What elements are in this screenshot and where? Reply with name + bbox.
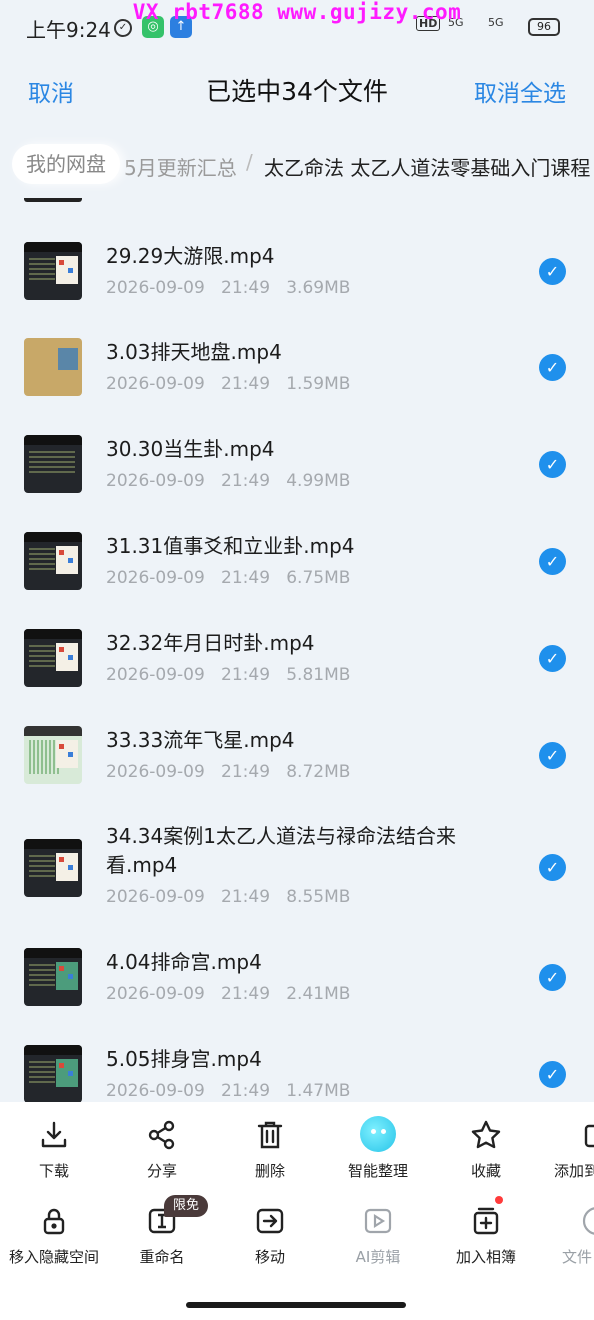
file-thumbnail: [24, 629, 82, 687]
file-list[interactable]: 29.29大游限.mp4 2026-09-09 21:49 3.69MB ✓ 3…: [0, 198, 594, 1102]
file-name: 33.33流年飞星.mp4: [106, 728, 295, 752]
selected-check-icon[interactable]: ✓: [539, 354, 566, 381]
file-meta: 2026-09-09 21:49 3.69MB: [106, 278, 351, 298]
trash-icon: [257, 1121, 283, 1149]
file-meta: 2026-09-09 21:49 2.41MB: [106, 984, 351, 1004]
file-meta: 2026-09-09 21:49 8.55MB: [106, 887, 351, 907]
list-item[interactable]: 4.04排命宫.mp4 2026-09-09 21:49 2.41MB ✓: [0, 932, 594, 1028]
file-meta: 2026-09-09 21:49 5.81MB: [106, 665, 351, 685]
list-item[interactable]: 33.33流年飞星.mp4 2026-09-09 21:49 8.72MB ✓: [0, 710, 594, 806]
action-toolbar: 下载 分享 删除 智能整理 收藏 添加到 移入隐藏空间 重命名 移动 AI剪辑 …: [0, 1102, 594, 1320]
file-thumbnail: [24, 839, 82, 897]
selected-check-icon[interactable]: ✓: [539, 258, 566, 285]
file-meta: 2026-09-09 21:49 1.59MB: [106, 374, 351, 394]
favorite-button[interactable]: 收藏: [432, 1118, 540, 1181]
list-item[interactable]: 30.30当生卦.mp4 2026-09-09 21:49 4.99MB ✓: [0, 419, 594, 515]
download-label: 下载: [38, 1162, 69, 1180]
move-to-hidden-space-button[interactable]: 移入隐藏空间: [0, 1204, 108, 1267]
deselect-all-button[interactable]: 取消全选: [474, 74, 566, 108]
file-thumbnail: [24, 532, 82, 590]
favorite-label: 收藏: [470, 1162, 501, 1180]
file-thumbnail: [24, 948, 82, 1006]
lock-icon: [43, 1208, 65, 1235]
file-meta: 2026-09-09 21:49 8.72MB: [106, 762, 351, 782]
file-meta: 2026-09-09 21:49 1.47MB: [106, 1081, 351, 1101]
file-thumbnail: [24, 726, 82, 784]
breadcrumb-item-folder[interactable]: 5月更新汇总: [124, 152, 237, 181]
ai-edit-label: AI剪辑: [355, 1248, 401, 1266]
breadcrumb-item-current: 太乙命法 太乙人道法零基础入门课程: [264, 156, 591, 180]
file-name: 34.34案例1太乙人道法与禄命法结合来看.mp4: [106, 824, 456, 877]
notification-dot: [495, 1196, 503, 1204]
selected-check-icon[interactable]: ✓: [539, 742, 566, 769]
list-item[interactable]: 5.05排身宫.mp4 2026-09-09 21:49 1.47MB ✓: [0, 1029, 594, 1102]
move-icon: [256, 1208, 284, 1234]
rename-label: 重命名: [139, 1248, 185, 1266]
file-name: 32.32年月日时卦.mp4: [106, 631, 315, 655]
breadcrumb-separator: /: [246, 150, 253, 174]
star-icon: [471, 1120, 501, 1149]
file-name: 29.29大游限.mp4: [106, 244, 275, 268]
file-thumbnail: [24, 242, 82, 300]
add-to-icon: [584, 1124, 594, 1148]
free-badge: 限免: [164, 1195, 208, 1217]
list-item[interactable]: 3.03排天地盘.mp4 2026-09-09 21:49 1.59MB ✓: [0, 322, 594, 418]
selection-header: 取消 已选中34个文件 取消全选: [0, 56, 594, 128]
selected-check-icon[interactable]: ✓: [539, 964, 566, 991]
file-meta: 2026-09-09 21:49 4.99MB: [106, 471, 351, 491]
file-name: 4.04排命宫.mp4: [106, 950, 262, 974]
share-button[interactable]: 分享: [108, 1118, 216, 1181]
file-thumbnail: [24, 198, 82, 202]
list-item[interactable]: 31.31值事爻和立业卦.mp4 2026-09-09 21:49 6.75MB…: [0, 516, 594, 612]
add-to-label: 添加到: [554, 1162, 594, 1180]
status-bar: 上午9:24 ✓ ◎ ↑ HD 5G 5G 96 VX rbt7688 www.…: [0, 0, 594, 56]
file-name: 5.05排身宫.mp4: [106, 1047, 262, 1071]
breadcrumb-item-root[interactable]: 我的网盘: [12, 144, 120, 184]
breadcrumb: 5月更新汇总 / 太乙命法 太乙人道法零基础入门课程 我的网盘: [0, 136, 594, 192]
file-name: 30.30当生卦.mp4: [106, 437, 275, 461]
file-name: 3.03排天地盘.mp4: [106, 340, 282, 364]
watermark: VX rbt7688 www.gujizy.com: [132, 0, 462, 24]
delete-label: 删除: [254, 1162, 285, 1180]
list-item[interactable]: 32.32年月日时卦.mp4 2026-09-09 21:49 5.81MB ✓: [0, 613, 594, 709]
list-item[interactable]: 34.34案例1太乙人道法与禄命法结合来看.mp4 2026-09-09 21:…: [0, 807, 594, 932]
delete-button[interactable]: 删除: [216, 1118, 324, 1181]
download-button[interactable]: 下载: [0, 1118, 108, 1181]
info-icon: [582, 1207, 594, 1235]
list-item[interactable]: 29.29大游限.mp4 2026-09-09 21:49 3.69MB ✓: [0, 226, 594, 322]
add-to-album-label: 加入相簿: [455, 1248, 516, 1266]
file-info-label: 文件: [562, 1248, 593, 1266]
file-name: 31.31值事爻和立业卦.mp4: [106, 534, 355, 558]
ai-organize-button[interactable]: 智能整理: [324, 1116, 432, 1181]
selected-check-icon[interactable]: ✓: [539, 854, 566, 881]
ai-edit-button[interactable]: AI剪辑: [324, 1204, 432, 1267]
add-to-album-button[interactable]: 加入相簿: [432, 1204, 540, 1267]
file-thumbnail: [24, 435, 82, 493]
ai-edit-icon: [364, 1208, 392, 1234]
selected-check-icon[interactable]: ✓: [539, 451, 566, 478]
selected-check-icon[interactable]: ✓: [539, 548, 566, 575]
file-meta: 2026-09-09 21:49 6.75MB: [106, 568, 351, 588]
move-button[interactable]: 移动: [216, 1204, 324, 1267]
selected-check-icon[interactable]: ✓: [539, 1061, 566, 1088]
file-thumbnail: [24, 1045, 82, 1102]
share-icon: [148, 1120, 175, 1150]
ai-organize-icon: [360, 1116, 396, 1152]
move-label: 移动: [254, 1248, 285, 1266]
home-indicator[interactable]: [186, 1302, 406, 1308]
file-info-button[interactable]: 文件: [540, 1204, 594, 1267]
file-thumbnail: [24, 338, 82, 396]
add-to-button[interactable]: 添加到: [540, 1118, 594, 1181]
ai-organize-label: 智能整理: [347, 1162, 408, 1180]
share-label: 分享: [146, 1162, 177, 1180]
album-add-icon: [473, 1207, 499, 1235]
move-to-hidden-space-label: 移入隐藏空间: [8, 1248, 99, 1266]
selected-check-icon[interactable]: ✓: [539, 645, 566, 672]
download-icon: [41, 1121, 67, 1148]
